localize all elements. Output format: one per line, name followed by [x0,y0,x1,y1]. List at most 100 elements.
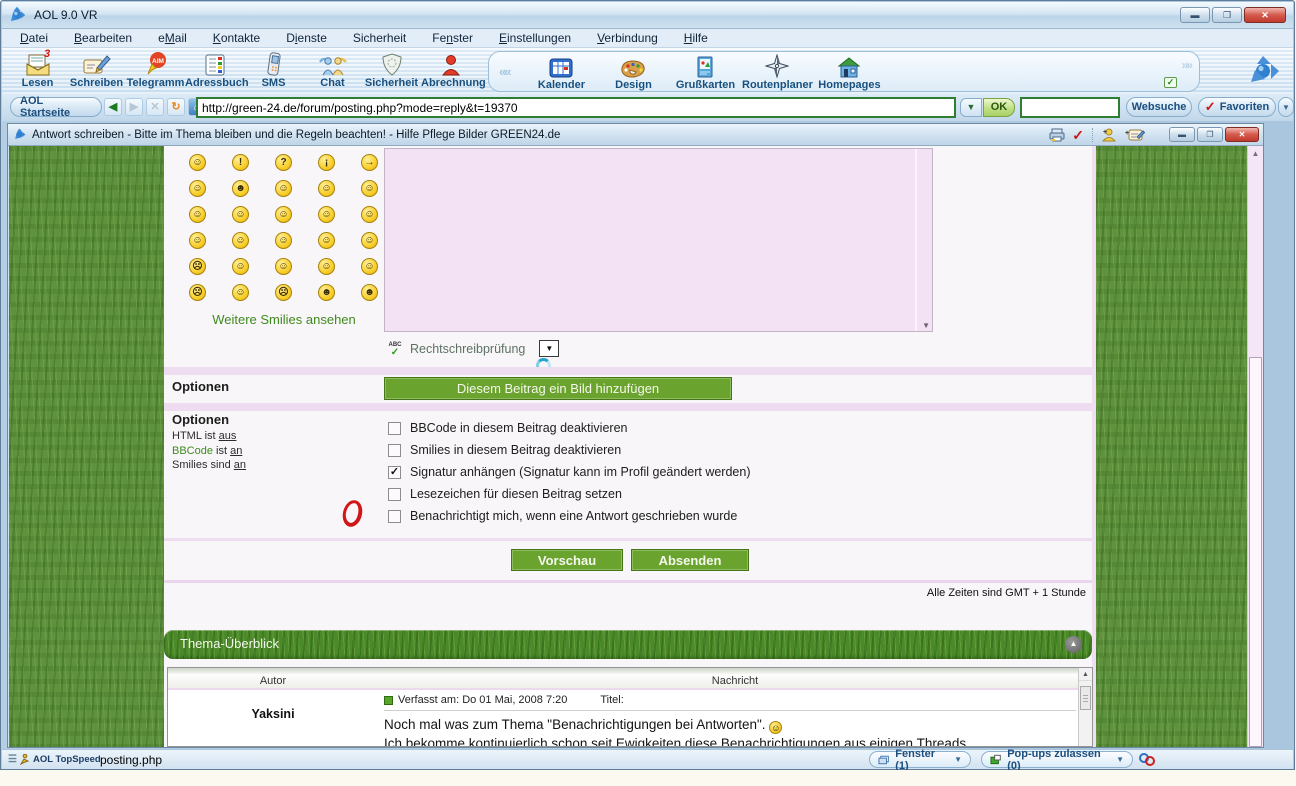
menu-hilfe[interactable]: Hilfe [684,31,708,45]
add-image-button[interactable]: Diesem Beitrag ein Bild hinzufügen [384,377,732,400]
menu-datei[interactable]: Datei [20,31,48,45]
page-scrollbar[interactable]: ▲ [1247,146,1263,747]
smiley-icon[interactable]: ☺ [275,180,292,197]
smiley-icon[interactable]: ! [232,154,249,171]
smiley-icon[interactable]: ☺ [189,180,206,197]
smiley-icon[interactable]: ☺ [361,180,378,197]
scroll-up-icon[interactable]: ▲ [1079,668,1092,681]
toolbar-abrechnung[interactable]: Abrechnung [421,50,480,89]
menu-fenster[interactable]: Fenster [432,31,473,45]
smiley-icon[interactable]: ☻ [232,180,249,197]
checkbox-row[interactable]: BBCode in diesem Beitrag deaktivieren [388,417,751,439]
table-scrollbar[interactable]: ▲ [1078,668,1092,746]
textarea-scroll-down-icon[interactable]: ▼ [922,321,930,330]
menu-verbindung[interactable]: Verbindung [597,31,658,45]
checkbox-unchecked[interactable] [388,444,401,457]
smiley-icon[interactable]: ☺ [189,154,206,171]
toolbar-chat[interactable]: Chat [303,50,362,89]
smiley-icon[interactable]: ☹ [189,258,206,275]
smiley-icon[interactable]: ☺ [361,232,378,249]
smiley-icon[interactable]: ☺ [275,232,292,249]
websuche-button[interactable]: Websuche [1126,97,1192,117]
toolbar-sms[interactable]: SMS [244,50,303,89]
favoriten-button[interactable]: ✓ Favoriten [1198,97,1276,117]
smiley-icon[interactable]: ☺ [275,206,292,223]
collapse-overview-icon[interactable]: ▲ [1065,636,1082,653]
collapse-left-icon[interactable]: «« [499,64,509,79]
popups-dropdown[interactable]: Pop-ups zulassen (0) ▼ [981,751,1133,768]
menu-einstellungen[interactable]: Einstellungen [499,31,571,45]
smiley-icon[interactable]: ☹ [275,284,292,301]
favoriten-dropdown-icon[interactable]: ▼ [1278,97,1294,117]
toolbar-adressbuch[interactable]: Adressbuch [185,50,244,89]
preview-button[interactable]: Vorschau [511,549,623,571]
toolbar-homepages[interactable]: Homepages [813,52,885,91]
stop-button[interactable]: ✕ [146,98,164,116]
forward-button[interactable]: ▶ [125,98,143,116]
smiley-icon[interactable]: ☺ [361,206,378,223]
checkbox-unchecked[interactable] [388,422,401,435]
smiley-icon[interactable]: ¡ [318,154,335,171]
search-input[interactable] [1020,97,1120,118]
toolbar-schreiben[interactable]: Schreiben [67,50,126,89]
add-buddy-icon[interactable]: + [1101,128,1118,142]
smiley-icon[interactable]: ☺ [318,206,335,223]
tray-check-icon[interactable]: ✓ [1164,77,1177,88]
author-name[interactable]: Yaksini [168,690,378,747]
spellcheck-label[interactable]: Rechtschreibprüfung [410,342,525,356]
submit-button[interactable]: Absenden [631,549,749,571]
back-button[interactable]: ◀ [104,98,122,116]
smiley-icon[interactable]: ? [275,154,292,171]
doc-minimize-button[interactable]: ▬ [1169,127,1195,142]
checkbox-checked[interactable]: ✓ [388,466,401,479]
smiley-icon[interactable]: ☺ [189,232,206,249]
smiley-icon[interactable]: ☺ [361,258,378,275]
compose-note-icon[interactable]: + [1125,128,1145,142]
smiley-icon[interactable]: ☻ [361,284,378,301]
link-rings-icon[interactable] [1139,752,1157,767]
spellcheck-check-icon[interactable]: ✓ [1072,127,1084,144]
menu-sicherheit[interactable]: Sicherheit [353,31,406,45]
toolbar-telegramm[interactable]: AIM Telegramm [126,50,185,89]
url-dropdown-icon[interactable]: ▼ [960,98,982,117]
toolbar-sicherheit[interactable]: Sicherheit [362,50,421,89]
smiley-icon[interactable]: ☺ [318,180,335,197]
fenster-dropdown[interactable]: Fenster (1) ▼ [869,751,971,768]
smiley-icon[interactable]: ☻ [318,284,335,301]
spellcheck-dropdown-icon[interactable]: ▼ [539,340,559,357]
doc-restore-button[interactable]: ❐ [1197,127,1223,142]
checkbox-row[interactable]: Smilies in diesem Beitrag deaktivieren [388,439,751,461]
url-input[interactable] [196,97,956,118]
scrollbar-thumb[interactable] [1080,686,1091,710]
checkbox-row[interactable]: Lesezeichen für diesen Beitrag setzen [388,483,751,505]
smiley-icon[interactable]: ☺ [232,206,249,223]
smiley-icon[interactable]: → [361,154,378,171]
message-textarea[interactable]: ▼ [384,148,933,332]
smiley-icon[interactable]: ☺ [318,258,335,275]
close-button[interactable]: ✕ [1244,7,1286,23]
checkbox-unchecked[interactable] [388,510,401,523]
refresh-icon[interactable]: ↻ [167,98,185,116]
collapse-right-icon[interactable]: »» [1182,58,1191,72]
scrollbar-thumb[interactable] [1249,357,1262,747]
menu-kontakte[interactable]: Kontakte [213,31,260,45]
menu-dienste[interactable]: Dienste [286,31,327,45]
aol-startseite-button[interactable]: AOL Startseite [10,97,102,117]
toolbar-routenplaner[interactable]: Routenplaner [741,52,813,91]
toolbar-kalender[interactable]: Kalender [525,52,597,91]
restore-button[interactable]: ❐ [1212,7,1242,23]
ok-button[interactable]: OK [983,98,1015,117]
toolbar-lesen[interactable]: 3 Lesen [8,50,67,89]
checkbox-row[interactable]: Benachrichtigt mich, wenn eine Antwort g… [388,505,751,527]
toolbar-grusskarten[interactable]: Grußkarten [669,52,741,91]
toolbar-design[interactable]: Design [597,52,669,91]
doc-close-button[interactable]: ✕ [1225,127,1259,142]
checkbox-row[interactable]: ✓Signatur anhängen (Signatur kann im Pro… [388,461,751,483]
print-icon[interactable] [1049,128,1065,142]
aol-running-logo-icon[interactable] [1247,54,1281,88]
scroll-up-icon[interactable]: ▲ [1248,146,1263,162]
menu-email[interactable]: eMail [158,31,187,45]
smiley-icon[interactable]: ☺ [189,206,206,223]
smiley-icon[interactable]: ☺ [232,284,249,301]
smiley-icon[interactable]: ☺ [318,232,335,249]
